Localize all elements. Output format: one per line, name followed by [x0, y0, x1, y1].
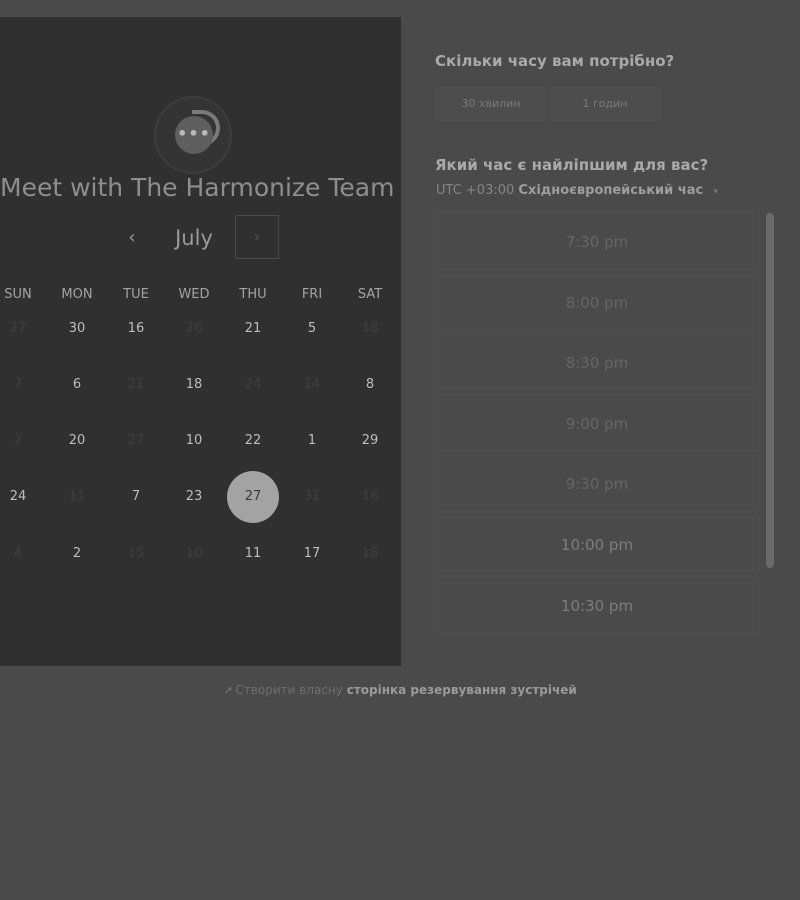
time-slot[interactable]: 9:30 pm — [434, 455, 760, 512]
timezone-name: Східноєвропейський час — [518, 183, 704, 198]
chat-bubble-icon: ••• — [175, 116, 213, 154]
calendar-day[interactable]: 17 — [286, 528, 338, 580]
calendar-day[interactable]: 23 — [168, 471, 220, 523]
calendar-day[interactable]: 2 — [51, 528, 103, 580]
weekday-label: FRI — [301, 287, 323, 302]
prev-month-button[interactable]: ‹ — [120, 224, 144, 252]
calendar-day: 27 — [127, 433, 145, 448]
calendar-day[interactable]: 21 — [227, 303, 279, 355]
calendar-day: 21 — [127, 377, 145, 392]
weekday-label: SAT — [357, 287, 383, 302]
calendar-day: 16 — [361, 489, 379, 504]
duration-question: Скільки часу вам потрібно? — [435, 52, 675, 70]
timezone-offset: UTC +03:00 — [436, 183, 515, 198]
external-link-icon: ↗ — [223, 684, 233, 697]
chevron-down-icon: ▾ — [713, 187, 718, 197]
time-slot[interactable]: 7:30 pm — [434, 213, 760, 269]
calendar-day[interactable]: 10 — [168, 415, 220, 467]
calendar-day-selected[interactable]: 27 — [227, 471, 279, 523]
timezone-selector[interactable]: UTC +03:00 Східноєвропейський час ▾ — [436, 183, 718, 198]
weekday-label: MON — [61, 287, 93, 302]
calendar-day[interactable]: 1 — [286, 415, 338, 467]
calendar-day[interactable]: 20 — [51, 415, 103, 467]
calendar-day: 15 — [127, 546, 145, 561]
duration-30-min-button[interactable]: 30 хвилин — [435, 87, 547, 121]
calendar-day: 24 — [244, 377, 262, 392]
time-slot[interactable]: 10:00 pm — [434, 515, 760, 572]
time-slot-list: 7:30 pm 8:00 pm 8:30 pm 9:00 pm 9:30 pm … — [434, 213, 762, 633]
calendar-day[interactable]: 5 — [286, 303, 338, 355]
duration-1-hour-button[interactable]: 1 годин — [549, 87, 661, 121]
calendar-day[interactable]: 18 — [168, 359, 220, 411]
calendar-day[interactable]: 29 — [344, 415, 396, 467]
calendar-day[interactable]: 11 — [227, 528, 279, 580]
calendar-day: 31 — [303, 489, 321, 504]
calendar-day[interactable]: 6 — [51, 359, 103, 411]
time-slot[interactable]: 8:30 pm — [434, 334, 760, 391]
calendar-day[interactable]: 8 — [344, 359, 396, 411]
time-slot-scrollbar[interactable] — [766, 213, 774, 568]
team-logo: ••• — [154, 96, 232, 174]
calendar-day: 18 — [361, 546, 379, 561]
weekday-label: SUN — [4, 287, 32, 302]
next-month-button[interactable]: › — [235, 215, 279, 259]
time-slot[interactable]: 8:00 pm — [434, 273, 760, 330]
weekday-label: WED — [178, 287, 210, 302]
calendar-day: 18 — [361, 321, 379, 336]
month-label: July — [175, 226, 213, 250]
weekday-label: THU — [239, 287, 267, 302]
calendar-day[interactable]: 22 — [227, 415, 279, 467]
calendar-day[interactable]: 7 — [110, 471, 162, 523]
calendar-day: 26 — [185, 321, 203, 336]
calendar-day: 14 — [303, 377, 321, 392]
time-slot[interactable]: 9:00 pm — [434, 394, 760, 451]
calendar-day: 11 — [68, 489, 86, 504]
footer-prefix: Створити власну — [235, 683, 343, 697]
time-slot[interactable]: 10:30 pm — [434, 576, 760, 633]
ellipsis-icon: ••• — [177, 124, 211, 143]
duration-options: 30 хвилин 1 годин — [435, 87, 661, 121]
calendar-day[interactable]: 16 — [110, 303, 162, 355]
weekday-label: TUE — [123, 287, 149, 302]
time-question: Який час є найліпшим для вас? — [435, 156, 709, 174]
booking-page-link[interactable]: сторінка резервування зустрічей — [347, 683, 577, 697]
calendar-day[interactable]: 30 — [51, 303, 103, 355]
meeting-title: Meet with The Harmonize Team — [0, 173, 395, 202]
footer-promo: ↗ Створити власну сторінка резервування з… — [0, 683, 800, 697]
calendar-day: 10 — [185, 546, 203, 561]
